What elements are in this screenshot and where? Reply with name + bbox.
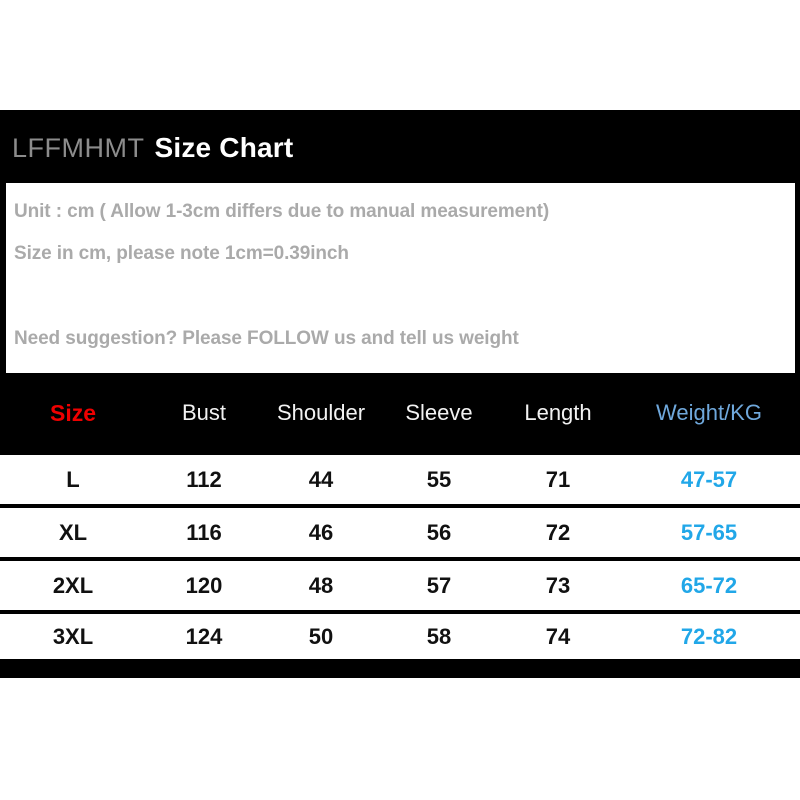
cell-weight: 65-72 xyxy=(680,572,738,598)
brand-name: LFFMHMT xyxy=(12,133,145,163)
cell-shoulder: 50 xyxy=(308,623,334,649)
size-table: Size Bust Shoulder Sleeve Length Weight/… xyxy=(0,375,800,663)
cell-shoulder: 44 xyxy=(308,466,334,492)
table-header-row: Size Bust Shoulder Sleeve Length Weight/… xyxy=(0,375,800,451)
poster-panel: LFFMHMT Size Chart Unit : cm ( Allow 1-3… xyxy=(0,110,800,678)
table-row: XL 116 46 56 72 57-65 xyxy=(0,504,800,557)
column-header-shoulder: Shoulder xyxy=(276,400,366,425)
cell-bust: 116 xyxy=(186,519,222,545)
cell-shoulder: 48 xyxy=(308,572,334,598)
column-header-weight: Weight/KG xyxy=(656,400,762,425)
cell-length: 71 xyxy=(545,466,571,492)
cell-sleeve: 56 xyxy=(426,519,452,545)
page-title: LFFMHMT Size Chart xyxy=(12,134,293,162)
cell-sleeve: 57 xyxy=(426,572,452,598)
cell-weight: 57-65 xyxy=(680,519,738,545)
cell-size: 3XL xyxy=(52,623,94,649)
column-header-size: Size xyxy=(49,399,97,426)
info-line-conversion: Size in cm, please note 1cm=0.39inch xyxy=(14,243,349,264)
cell-size: L xyxy=(66,466,80,492)
cell-length: 73 xyxy=(545,572,571,598)
info-line-unit: Unit : cm ( Allow 1-3cm differs due to m… xyxy=(14,201,550,222)
column-header-sleeve: Sleeve xyxy=(405,400,473,425)
column-header-length: Length xyxy=(524,400,592,425)
cell-size: XL xyxy=(58,519,88,545)
column-header-bust: Bust xyxy=(181,400,227,425)
info-panel: Unit : cm ( Allow 1-3cm differs due to m… xyxy=(6,183,795,373)
title-text: Size Chart xyxy=(154,132,294,163)
table-row: 2XL 120 48 57 73 65-72 xyxy=(0,557,800,610)
info-line-suggestion: Need suggestion? Please FOLLOW us and te… xyxy=(14,328,519,349)
cell-length: 72 xyxy=(545,519,571,545)
cell-size: 2XL xyxy=(52,572,94,598)
cell-bust: 124 xyxy=(185,623,223,649)
cell-sleeve: 55 xyxy=(426,466,452,492)
table-row: L 112 44 55 71 47-57 xyxy=(0,451,800,504)
table-row: 3XL 124 50 58 74 72-82 xyxy=(0,610,800,663)
cell-length: 74 xyxy=(545,623,571,649)
cell-bust: 112 xyxy=(186,466,222,492)
cell-weight: 47-57 xyxy=(680,466,738,492)
cell-sleeve: 58 xyxy=(426,623,452,649)
cell-shoulder: 46 xyxy=(308,519,334,545)
size-chart-page: LFFMHMT Size Chart Unit : cm ( Allow 1-3… xyxy=(0,0,800,800)
cell-weight: 72-82 xyxy=(680,623,738,649)
cell-bust: 120 xyxy=(185,572,223,598)
